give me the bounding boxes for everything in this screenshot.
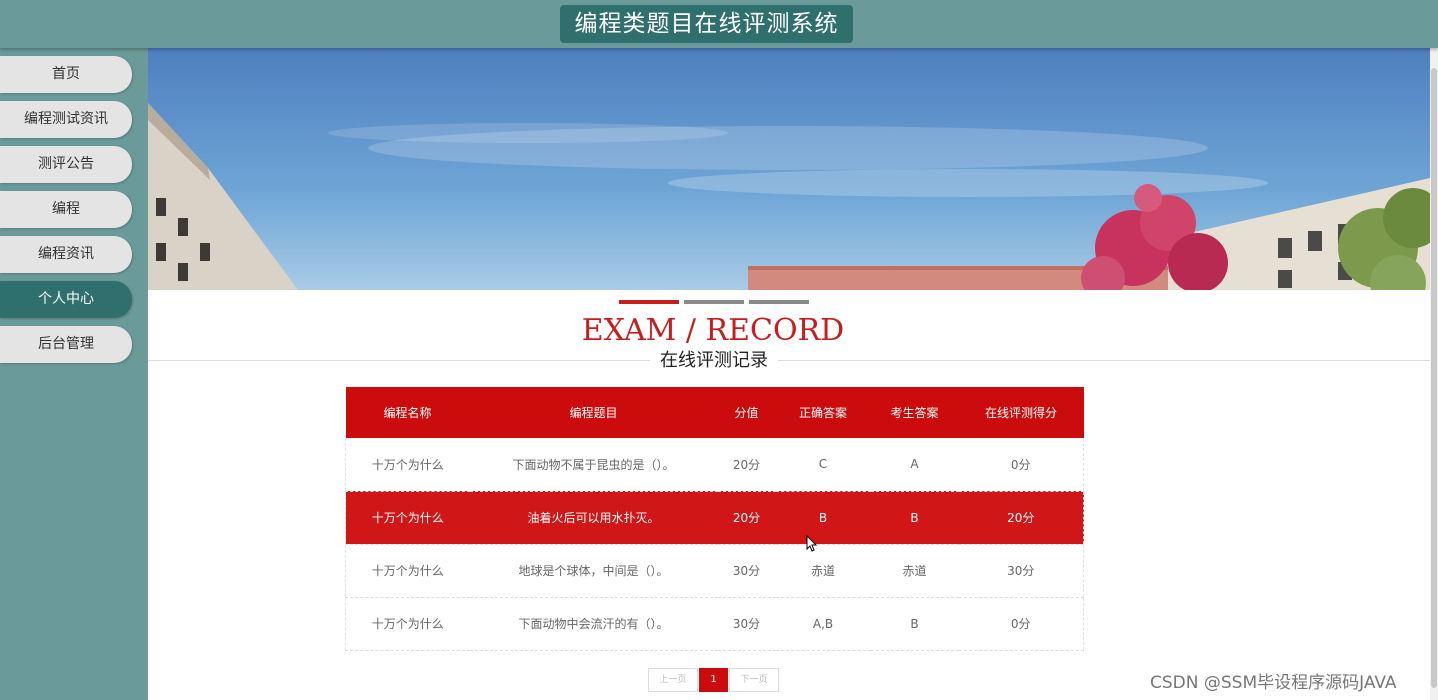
cell-student-answer: 赤道 bbox=[870, 544, 959, 598]
table-row[interactable]: 十万个为什么 下面动物中会流汗的有（）。 30分 A,B B 0分 bbox=[345, 597, 1084, 651]
cell-correct-answer: A,B bbox=[775, 597, 871, 651]
column-header-score: 在线评测得分 bbox=[958, 387, 1084, 438]
cell-student-answer: B bbox=[870, 597, 959, 651]
sidebar-item-programming-news[interactable]: 编程资讯 bbox=[0, 236, 132, 273]
page-1-button[interactable]: 1 bbox=[699, 668, 728, 692]
column-header-program-name: 编程名称 bbox=[345, 387, 470, 438]
cell-program-name: 十万个为什么 bbox=[345, 491, 470, 545]
top-header: 编程类题目在线评测系统 bbox=[0, 0, 1438, 48]
cell-program-name: 十万个为什么 bbox=[345, 438, 470, 492]
cell-score: 20分 bbox=[958, 491, 1084, 545]
carousel-indicator-1[interactable] bbox=[619, 300, 679, 304]
sidebar-item-home[interactable]: 首页 bbox=[0, 56, 132, 93]
cell-program-name: 十万个为什么 bbox=[345, 597, 470, 651]
cell-score: 0分 bbox=[958, 597, 1084, 651]
page-scrollbar[interactable] bbox=[1430, 48, 1438, 700]
sidebar-item-personal-center[interactable]: 个人中心 bbox=[0, 281, 132, 318]
cell-question: 油着火后可以用水扑灭。 bbox=[469, 491, 718, 545]
cell-question: 下面动物中会流汗的有（）。 bbox=[469, 597, 718, 651]
cell-points: 20分 bbox=[717, 491, 776, 545]
carousel-indicator-2[interactable] bbox=[684, 300, 744, 304]
table-row[interactable]: 十万个为什么 地球是个球体，中间是（）。 30分 赤道 赤道 30分 bbox=[345, 544, 1084, 598]
cell-question: 下面动物不属于昆虫的是（）。 bbox=[469, 438, 718, 492]
prev-page-button[interactable]: 上一页 bbox=[648, 668, 698, 692]
cell-score: 30分 bbox=[958, 544, 1084, 598]
table-row[interactable]: 十万个为什么 油着火后可以用水扑灭。 20分 B B 20分 bbox=[345, 491, 1084, 545]
sidebar-item-admin[interactable]: 后台管理 bbox=[0, 326, 132, 363]
cell-points: 30分 bbox=[717, 597, 776, 651]
cell-correct-answer: B bbox=[775, 491, 871, 545]
scrollbar-thumb[interactable] bbox=[1431, 68, 1437, 688]
sidebar-item-evaluation-notice[interactable]: 测评公告 bbox=[0, 146, 132, 183]
cell-student-answer: B bbox=[870, 491, 959, 545]
campus-banner-image bbox=[148, 48, 1430, 290]
section-title-cn: 在线评测记录 bbox=[650, 348, 778, 374]
banner-illustration bbox=[148, 48, 1430, 290]
column-header-student-answer: 考生答案 bbox=[870, 387, 959, 438]
column-header-points: 分值 bbox=[717, 387, 776, 438]
site-title: 编程类题目在线评测系统 bbox=[560, 5, 853, 43]
cell-program-name: 十万个为什么 bbox=[345, 544, 470, 598]
carousel-indicators bbox=[619, 300, 809, 305]
watermark-text: CSDN @SSM毕设程序源码JAVA bbox=[1150, 673, 1397, 693]
sidebar-item-programming-test-news[interactable]: 编程测试资讯 bbox=[0, 101, 132, 138]
table-row[interactable]: 十万个为什么 下面动物不属于昆虫的是（）。 20分 C A 0分 bbox=[345, 438, 1084, 492]
cell-student-answer: A bbox=[870, 438, 959, 492]
section-title-en: EXAM / RECORD bbox=[581, 313, 845, 348]
sidebar-item-programming[interactable]: 编程 bbox=[0, 191, 132, 228]
column-header-question: 编程题目 bbox=[469, 387, 718, 438]
carousel-indicator-3[interactable] bbox=[749, 300, 809, 304]
cell-score: 0分 bbox=[958, 438, 1084, 492]
sidebar-nav: 首页 编程测试资讯 测评公告 编程 编程资讯 个人中心 后台管理 bbox=[0, 48, 148, 700]
cell-question: 地球是个球体，中间是（）。 bbox=[469, 544, 718, 598]
cell-correct-answer: C bbox=[775, 438, 871, 492]
section-divider bbox=[148, 360, 1430, 361]
cell-points: 20分 bbox=[717, 438, 776, 492]
cell-points: 30分 bbox=[717, 544, 776, 598]
cell-correct-answer: 赤道 bbox=[775, 544, 871, 598]
exam-record-table: 编程名称 编程题目 分值 正确答案 考生答案 在线评测得分 十万个为什么 下面动… bbox=[345, 387, 1084, 651]
next-page-button[interactable]: 下一页 bbox=[729, 668, 779, 692]
column-header-correct-answer: 正确答案 bbox=[775, 387, 871, 438]
table-header-row: 编程名称 编程题目 分值 正确答案 考生答案 在线评测得分 bbox=[345, 387, 1084, 438]
mouse-pointer-icon bbox=[806, 535, 818, 552]
